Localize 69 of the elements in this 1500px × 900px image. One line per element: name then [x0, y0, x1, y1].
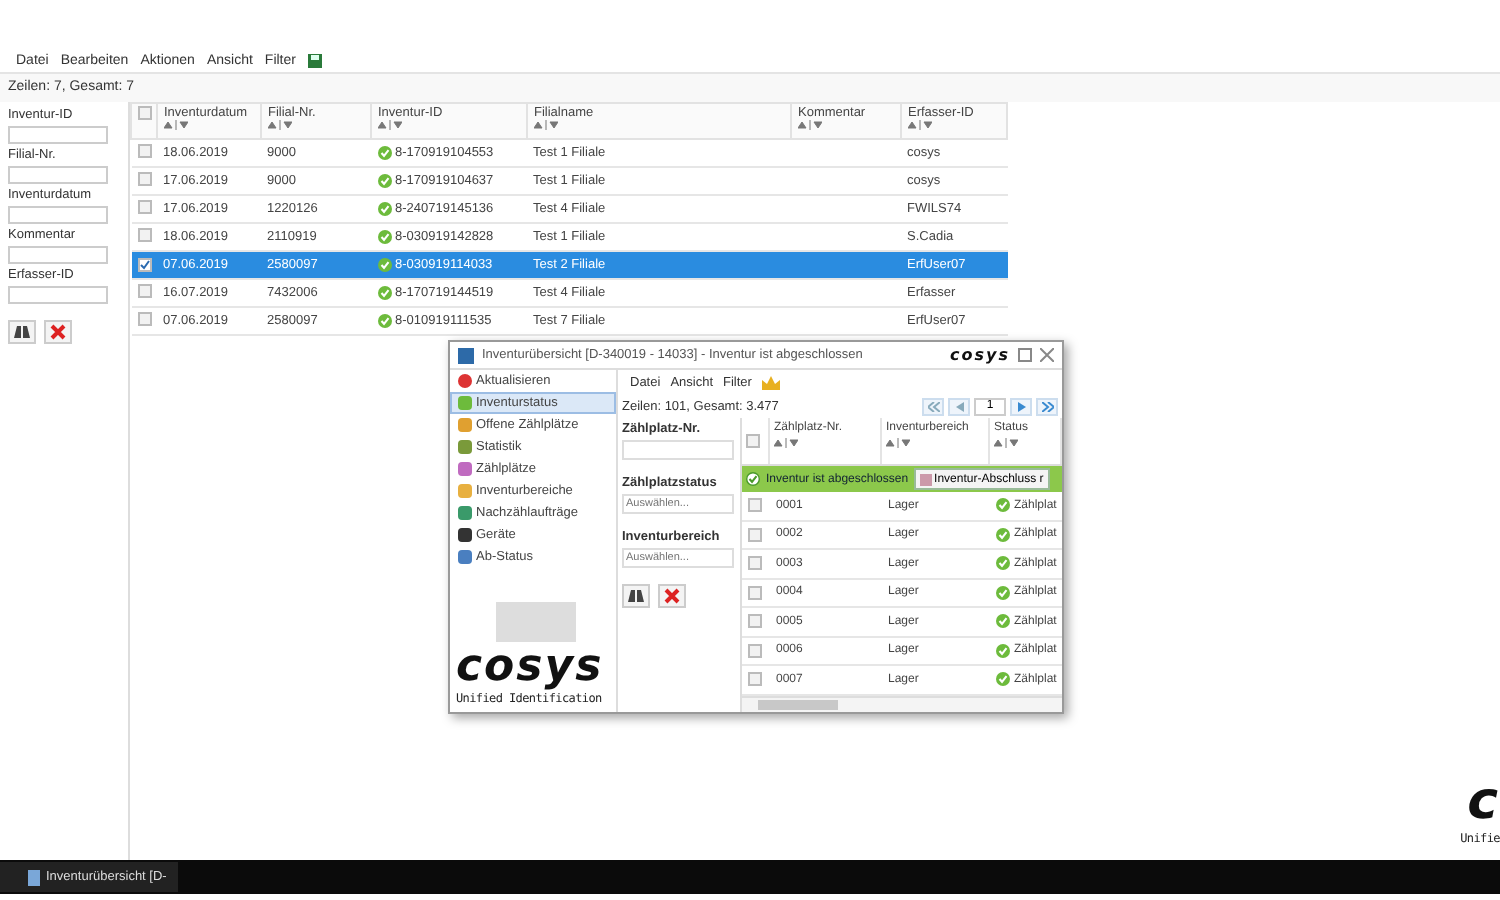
maximize-icon[interactable]: [1018, 348, 1032, 362]
check-circle-icon: [377, 286, 391, 300]
binoculars-icon[interactable]: [8, 320, 36, 344]
row-checkbox[interactable]: [748, 498, 762, 513]
check-circle-icon: [377, 174, 391, 188]
clear-filter-button[interactable]: [44, 320, 72, 344]
check-circle-icon: [996, 527, 1010, 542]
check-circle-icon: [996, 643, 1010, 658]
save-icon[interactable]: [307, 53, 322, 67]
check-circle-icon: [377, 202, 391, 216]
check-circle-icon: [377, 146, 391, 160]
previous-page-button[interactable]: [948, 397, 970, 415]
filter-field[interactable]: [8, 166, 108, 184]
next-page-button[interactable]: [1010, 397, 1032, 415]
check-circle-icon: [996, 585, 1010, 600]
arrow-left-icon: [955, 401, 963, 411]
first-page-button[interactable]: [922, 397, 944, 415]
row-checkbox[interactable]: [137, 172, 151, 186]
sort-icon[interactable]: [798, 120, 822, 130]
window-icon: [458, 347, 474, 363]
check-circle-icon: [996, 672, 1010, 687]
double-arrow-right-icon: [1041, 401, 1053, 411]
sort-icon[interactable]: [908, 120, 932, 130]
sort-icon[interactable]: [994, 438, 1018, 448]
row-checkbox[interactable]: [137, 228, 151, 242]
arrow-right-icon: [1017, 401, 1025, 411]
row-checkbox[interactable]: [748, 527, 762, 542]
binoculars-icon[interactable]: [622, 584, 650, 608]
filter-field[interactable]: [8, 206, 108, 224]
row-checkbox[interactable]: [748, 614, 762, 629]
row-checkbox[interactable]: [748, 556, 762, 571]
row-checkbox[interactable]: [137, 200, 151, 214]
filter-field[interactable]: [8, 286, 108, 304]
row-checkbox[interactable]: [137, 257, 151, 271]
image-placeholder: [496, 602, 576, 642]
row-checkbox[interactable]: [748, 643, 762, 658]
sort-icon[interactable]: [774, 438, 798, 448]
check-circle-icon: [996, 556, 1010, 571]
close-icon[interactable]: [1040, 348, 1054, 362]
select-all-checkbox[interactable]: [138, 106, 152, 120]
row-checkbox[interactable]: [748, 585, 762, 600]
check-circle-icon: [377, 314, 391, 328]
check-circle-icon: [746, 472, 760, 486]
check-circle-icon: [377, 258, 391, 272]
refresh-icon: [458, 374, 472, 388]
app-icon: [28, 869, 40, 885]
sort-icon[interactable]: [164, 120, 188, 130]
crown-icon[interactable]: [761, 375, 780, 389]
check-circle-icon: [996, 614, 1010, 629]
filter-field[interactable]: [8, 126, 108, 144]
clear-filter-button[interactable]: [658, 584, 686, 608]
sort-icon[interactable]: [886, 438, 910, 448]
logo: cosys: [950, 346, 1010, 364]
sort-icon[interactable]: [378, 120, 402, 130]
filter-field[interactable]: [622, 440, 734, 460]
last-page-button[interactable]: [1036, 397, 1058, 415]
logo: c: [1467, 772, 1500, 832]
filter-field[interactable]: [8, 246, 108, 264]
sort-icon[interactable]: [534, 120, 558, 130]
check-circle-icon: [996, 498, 1010, 513]
check-circle-icon: [377, 230, 391, 244]
row-checkbox[interactable]: [748, 672, 762, 687]
select-all-checkbox[interactable]: [746, 434, 760, 448]
row-checkbox[interactable]: [137, 284, 151, 298]
row-checkbox[interactable]: [137, 144, 151, 158]
sort-icon[interactable]: [268, 120, 292, 130]
row-checkbox[interactable]: [137, 312, 151, 326]
logo: cosys: [456, 642, 604, 692]
double-arrow-left-icon: [927, 401, 939, 411]
